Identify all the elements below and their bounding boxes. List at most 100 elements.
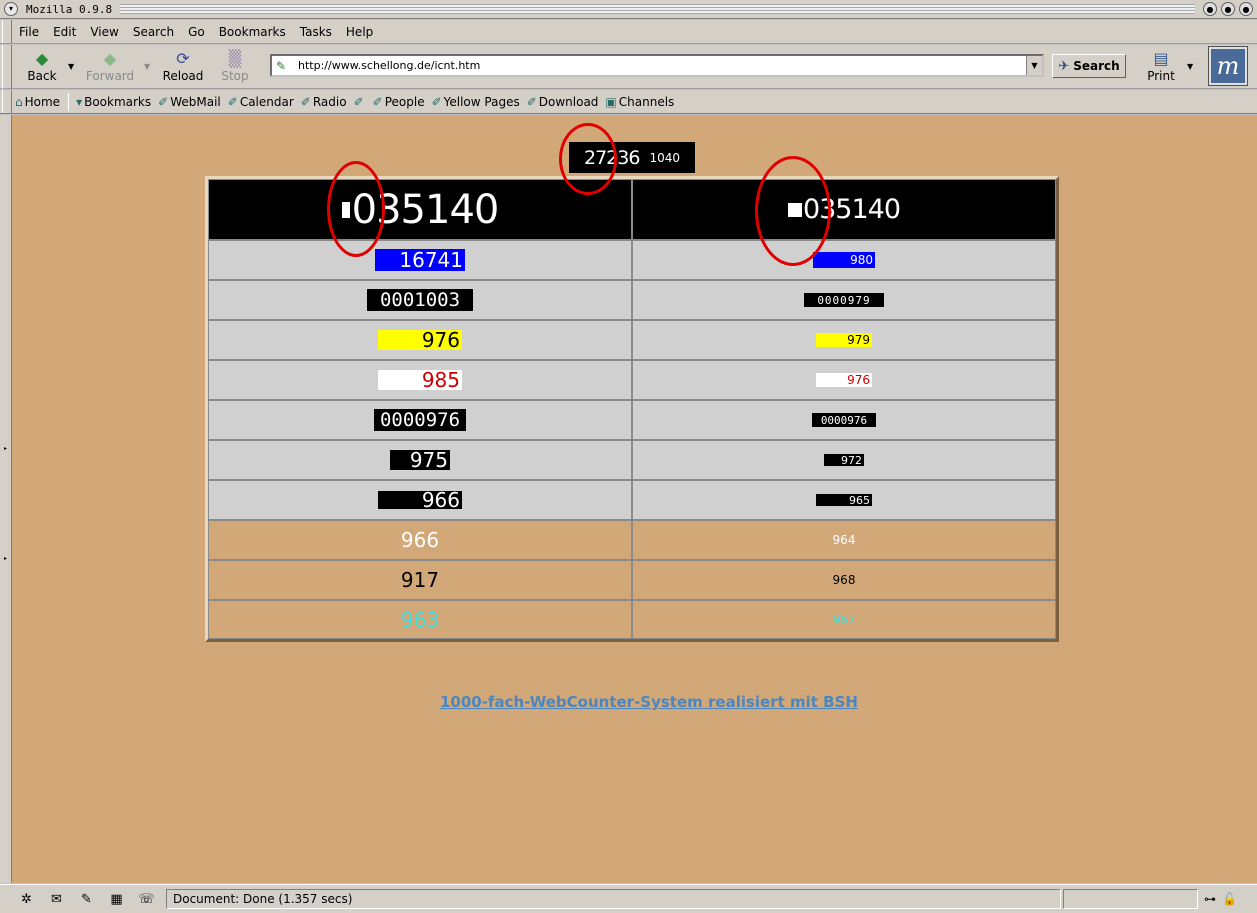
personal-channels[interactable]: ▣ Channels [602,95,677,109]
online-status-icon[interactable]: ⊶ [1204,892,1216,906]
table-row-right: 976 [632,360,1056,400]
personal-calendar[interactable]: ✐ Calendar [225,95,297,109]
component-bar: ✲ ✉ ✎ ▦ ☏ [16,892,166,907]
stop-icon: ▒ [228,48,242,68]
table-row-right: 0000979 [632,280,1056,320]
personal-radio[interactable]: ✐ Radio [298,95,350,109]
menu-view[interactable]: View [83,25,125,39]
table-row-right: 979 [632,320,1056,360]
table-row-left: 975 [208,440,632,480]
irc-icon[interactable]: ☏ [136,892,157,907]
table-row-right: 968 [632,560,1056,600]
personal-separator [68,92,70,111]
status-bar: ✲ ✉ ✎ ▦ ☏ Document: Done (1.357 secs) ⊶ … [0,884,1257,913]
counter-digit-block [341,201,350,218]
personal-bookmarks[interactable]: ▾ Bookmarks [73,95,154,109]
table-row-left: 963 [208,600,632,639]
search-button[interactable]: ✈ Search [1052,54,1126,78]
print-dropdown-icon[interactable]: ▼ [1187,62,1193,71]
bookmark-link-icon: ✐ [526,94,537,109]
top-counter-small: 1040 [649,150,680,165]
forward-dropdown-icon[interactable]: ▼ [144,62,150,71]
personal-people[interactable]: ✐ People [370,95,428,109]
table-row-right: 965 [632,480,1056,520]
page-proxy-icon[interactable]: ✎ [276,59,294,73]
forward-arrow-icon: ◆ [103,48,117,68]
back-arrow-icon: ◆ [35,48,49,68]
personal-toolbar: ⌂ Home ▾ Bookmarks ✐ WebMail ✐ Calendar … [0,90,1257,114]
addressbook-icon[interactable]: ▦ [106,892,127,907]
table-row-right: 967 [632,600,1056,639]
print-button[interactable]: ▤ Print [1137,48,1185,86]
counter-table: 035140 035140 16741 980 0001003 0000979 … [205,176,1059,642]
menubar-grip[interactable] [2,20,12,43]
navigator-icon[interactable]: ✲ [16,892,37,907]
top-counter: 27236 1040 [569,142,695,173]
table-row-right: 972 [632,440,1056,480]
url-bar[interactable]: ✎ ▼ [270,54,1044,77]
personal-download[interactable]: ✐ Download [524,95,602,109]
table-row-right: 964 [632,520,1056,560]
personal-webmail[interactable]: ✐ WebMail [155,95,224,109]
sidebar-grip-icon[interactable]: ▸ [4,445,8,452]
back-dropdown-icon[interactable]: ▼ [68,62,74,71]
personal-home[interactable]: ⌂ Home [12,95,63,109]
back-button[interactable]: ◆ Back [18,48,66,86]
status-text: Document: Done (1.357 secs) [166,889,1061,909]
personal-unnamed[interactable]: ✐ [351,95,369,109]
bookmark-link-icon: ✐ [158,94,169,109]
bookmark-link-icon: ✐ [300,94,311,109]
table-row-left: 0001003 [208,280,632,320]
home-icon: ⌂ [15,94,23,109]
table-row-left: 0000976 [208,400,632,440]
table-row-left: 985 [208,360,632,400]
reload-icon: ⟳ [176,48,190,68]
top-counter-big: 27236 [584,146,640,169]
table-row-left: 976 [208,320,632,360]
table-row-right: 0000976 [632,400,1056,440]
head-cell-left: 035140 [208,179,632,240]
title-bar: ▾ Mozilla 0.9.8 ● ● ● [0,0,1257,19]
url-input[interactable] [298,56,1026,75]
head-cell-right: 035140 [632,179,1056,240]
bsh-link[interactable]: 1000-fach-WebCounter-System realisiert m… [440,693,858,711]
menu-bar: File Edit View Search Go Bookmarks Tasks… [0,20,1257,44]
url-history-dropdown-icon[interactable]: ▼ [1026,56,1042,75]
reload-button[interactable]: ⟳ Reload [159,48,207,86]
sidebar-strip[interactable]: ▸ ▸ [0,115,12,883]
menu-edit[interactable]: Edit [46,25,83,39]
minimize-icon[interactable]: ● [1203,2,1217,16]
menu-tasks[interactable]: Tasks [293,25,339,39]
menu-help[interactable]: Help [339,25,380,39]
progress-meter [1063,889,1198,909]
composer-icon[interactable]: ✎ [76,892,97,907]
table-row-left: 966 [208,520,632,560]
forward-button[interactable]: ◆ Forward [86,48,134,86]
table-row-right: 980 [632,240,1056,280]
stop-button[interactable]: ▒ Stop [211,48,259,86]
personal-grip[interactable] [2,90,12,113]
menu-go[interactable]: Go [181,25,212,39]
counter-digit-block [787,202,802,217]
mail-icon[interactable]: ✉ [46,892,67,907]
menu-file[interactable]: File [12,25,46,39]
bookmark-link-icon: ✐ [431,94,442,109]
personal-yellow-pages[interactable]: ✐ Yellow Pages [429,95,523,109]
bookmark-link-icon: ✐ [372,94,383,109]
mozilla-logo-icon[interactable]: m [1208,46,1248,86]
table-row-left: 917 [208,560,632,600]
sidebar-grip-icon[interactable]: ▸ [4,555,8,562]
printer-icon: ▤ [1153,48,1169,68]
table-row-left: 16741 [208,240,632,280]
bookmarks-icon: ▾ [76,94,83,109]
search-icon: ✈ [1058,58,1070,74]
close-icon[interactable]: ● [1239,2,1253,16]
bookmark-link-icon: ✐ [227,94,238,109]
maximize-icon[interactable]: ● [1221,2,1235,16]
menu-bookmarks[interactable]: Bookmarks [212,25,293,39]
menu-search[interactable]: Search [126,25,181,39]
window-menu-icon[interactable]: ▾ [4,2,18,16]
navbar-grip[interactable] [2,45,12,89]
security-lock-icon[interactable]: 🔓 [1222,892,1237,906]
table-row-left: 966 [208,480,632,520]
